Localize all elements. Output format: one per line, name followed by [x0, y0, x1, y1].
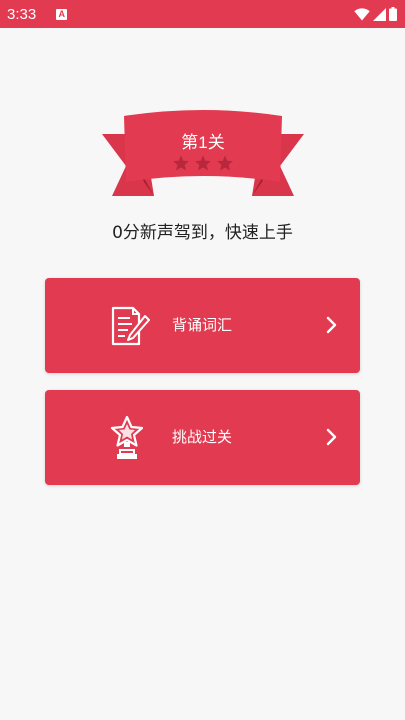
battery-icon	[389, 7, 397, 21]
star-empty-icon	[195, 155, 211, 171]
chevron-right-icon	[326, 316, 337, 334]
star-trophy-icon	[110, 415, 144, 459]
star-empty-icon	[217, 155, 233, 171]
notification-badge-icon: A	[56, 8, 68, 20]
star-rating	[172, 154, 234, 174]
level-ribbon: 第1关	[100, 108, 306, 204]
recite-vocabulary-button[interactable]: 背诵词汇	[45, 278, 360, 373]
challenge-level-label: 挑战过关	[172, 428, 233, 446]
notebook-pen-icon	[111, 306, 150, 346]
star-empty-icon	[173, 155, 189, 171]
wifi-icon	[354, 7, 370, 20]
status-bar: 3:33 A	[0, 0, 405, 28]
level-title: 第1关	[181, 133, 225, 152]
level-slogan: 0分新声驾到，快速上手	[112, 223, 293, 243]
status-icons	[354, 7, 397, 21]
chevron-right-icon	[326, 428, 337, 446]
signal-icon	[373, 7, 386, 21]
status-time: 3:33	[7, 5, 37, 23]
recite-vocabulary-label: 背诵词汇	[172, 316, 233, 334]
challenge-level-button[interactable]: 挑战过关	[45, 390, 360, 485]
